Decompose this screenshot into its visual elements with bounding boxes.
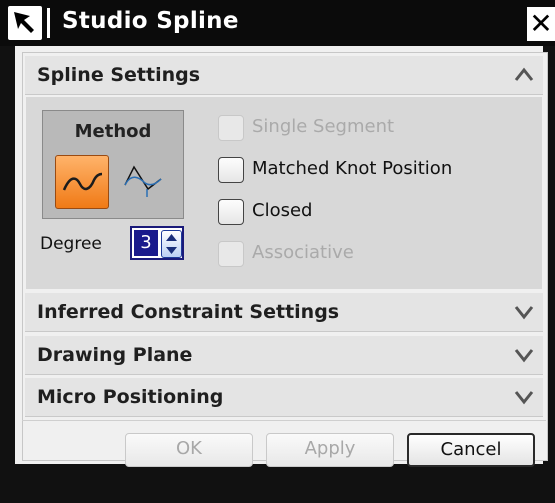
checkbox-label: Single Segment xyxy=(252,116,395,137)
checkbox-box[interactable] xyxy=(218,157,244,183)
title-separator xyxy=(47,8,50,38)
method-poles-button[interactable] xyxy=(117,155,169,207)
checkbox-label: Associative xyxy=(252,242,354,263)
button-separator xyxy=(22,420,546,421)
through-points-spline-icon xyxy=(62,172,103,191)
close-icon: ✕ xyxy=(529,7,553,40)
method-through-points-button[interactable] xyxy=(55,155,109,209)
checkbox-box[interactable] xyxy=(218,199,244,225)
title-bar: Studio Spline ✕ xyxy=(0,0,555,46)
section-inferred-constraint-settings[interactable]: Inferred Constraint Settings xyxy=(25,293,543,332)
method-group: Method xyxy=(42,110,184,219)
method-label: Method xyxy=(74,121,152,142)
section-title: Micro Positioning xyxy=(37,386,224,408)
select-arrow-icon[interactable] xyxy=(8,6,42,40)
window-title: Studio Spline xyxy=(62,8,239,34)
section-spline-settings[interactable]: Spline Settings xyxy=(25,56,543,95)
chevron-down-icon[interactable] xyxy=(509,382,539,412)
apply-button[interactable]: Apply xyxy=(266,433,394,467)
chevron-down-icon[interactable] xyxy=(509,297,539,327)
ok-button[interactable]: OK xyxy=(125,433,253,467)
section-title: Inferred Constraint Settings xyxy=(37,301,340,323)
checkbox-box[interactable] xyxy=(218,115,244,141)
chevron-down-icon[interactable] xyxy=(509,340,539,370)
section-title: Drawing Plane xyxy=(37,344,193,366)
section-title: Spline Settings xyxy=(37,64,201,86)
poles-spline-icon xyxy=(124,165,162,197)
close-button[interactable]: ✕ xyxy=(527,7,555,41)
chevron-up-icon[interactable] xyxy=(509,60,539,90)
section-micro-positioning[interactable]: Micro Positioning xyxy=(25,378,543,417)
checkbox-label: Matched Knot Position xyxy=(252,158,453,179)
degree-spinner[interactable]: 3 xyxy=(130,226,184,260)
degree-label: Degree xyxy=(40,234,102,254)
cancel-button[interactable]: Cancel xyxy=(407,433,535,467)
checkbox-box[interactable] xyxy=(218,241,244,267)
degree-value[interactable]: 3 xyxy=(134,230,158,256)
checkbox-label: Closed xyxy=(252,200,313,221)
spinner-arrows-icon[interactable] xyxy=(161,230,182,258)
section-drawing-plane[interactable]: Drawing Plane xyxy=(25,336,543,375)
